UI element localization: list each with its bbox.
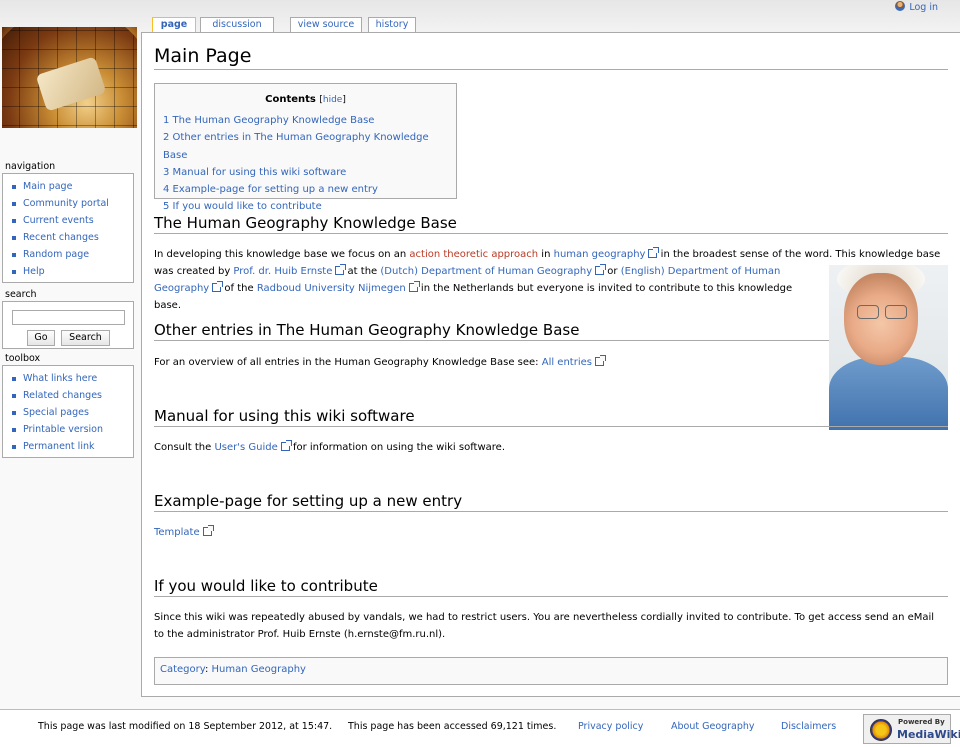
link-human-geography[interactable]: human geography	[554, 249, 646, 260]
nav-item-main-page[interactable]: Main page	[11, 178, 133, 195]
nav-item-random-page[interactable]: Random page	[11, 246, 133, 263]
intro-paragraph-line4: base.	[154, 300, 182, 311]
go-button[interactable]: Go	[27, 330, 55, 346]
link-dutch-department[interactable]: (Dutch) Department of Human Geography	[380, 266, 592, 277]
external-link-icon	[280, 440, 292, 451]
heading-contribute: If you would like to contribute	[154, 577, 948, 597]
toolbox-printable-version[interactable]: Printable version	[11, 421, 133, 438]
intro-paragraph-line3: Geography of the Radboud University Nijm…	[154, 281, 793, 294]
external-link-icon	[648, 247, 660, 258]
nav-item-community-portal[interactable]: Community portal	[11, 195, 133, 212]
category-label-link[interactable]: Category	[160, 664, 205, 675]
toolbox-what-links-here[interactable]: What links here	[11, 370, 133, 387]
search-input[interactable]	[12, 310, 125, 325]
toc-hide-link[interactable]: hide	[323, 95, 342, 105]
link-english-department-cont[interactable]: Geography	[154, 283, 209, 294]
link-radboud-university[interactable]: Radboud University Nijmegen	[257, 283, 406, 294]
site-logo[interactable]	[2, 27, 137, 128]
page-title: Main Page	[154, 45, 948, 70]
tab-discussion[interactable]: discussion	[200, 17, 274, 33]
other-entries-paragraph: For an overview of all entries in the Hu…	[154, 354, 824, 371]
navigation-portlet: navigation Main page Community portal Cu…	[2, 161, 134, 283]
category-links: Category: Human Geography	[154, 657, 948, 685]
user-icon	[895, 1, 906, 11]
intro-paragraph-line2: was created by Prof. dr. Huib Ernste at …	[154, 264, 781, 277]
footer: This page was last modified on 18 Septem…	[0, 709, 960, 747]
toc-item-2[interactable]: 2 Other entries in The Human Geography K…	[163, 129, 448, 164]
link-prof-huib-ernste[interactable]: Prof. dr. Huib Ernste	[233, 266, 332, 277]
powered-by-mediawiki-badge[interactable]: Powered By MediaWiki	[863, 714, 960, 744]
table-of-contents: Contents [hide] 1 The Human Geography Kn…	[154, 83, 457, 212]
search-portlet: search Go Search	[2, 289, 134, 349]
nav-item-help[interactable]: Help	[11, 263, 133, 280]
external-link-icon	[408, 281, 420, 292]
intro-paragraph-line1: In developing this knowledge base we foc…	[154, 247, 941, 260]
footer-view-count: This page has been accessed 69,121 times…	[348, 721, 557, 732]
login-link[interactable]: Log in	[895, 1, 938, 13]
template-paragraph: Template	[154, 524, 944, 541]
toolbox-special-pages[interactable]: Special pages	[11, 404, 133, 421]
toolbox-title: toolbox	[5, 353, 41, 364]
link-all-entries[interactable]: All entries	[542, 357, 592, 368]
category-human-geography-link[interactable]: Human Geography	[212, 664, 306, 675]
toc-item-1[interactable]: 1 The Human Geography Knowledge Base	[163, 112, 448, 129]
external-link-icon	[594, 355, 606, 366]
heading-manual: Manual for using this wiki software	[154, 407, 948, 427]
footer-privacy-link[interactable]: Privacy policy	[578, 721, 643, 732]
toc-item-3[interactable]: 3 Manual for using this wiki software	[163, 164, 448, 181]
external-link-icon	[595, 264, 607, 275]
navigation-title: navigation	[5, 161, 56, 172]
link-action-theoretic-approach[interactable]: action theoretic approach	[409, 249, 538, 260]
nav-item-recent-changes[interactable]: Recent changes	[11, 229, 133, 246]
heading-knowledge-base: The Human Geography Knowledge Base	[154, 214, 948, 234]
link-users-guide[interactable]: User's Guide	[214, 442, 277, 453]
content-area: Main Page Contents [hide] 1 The Human Ge…	[141, 32, 960, 697]
contribute-paragraph-line1: Since this wiki was repeatedly abused by…	[154, 612, 935, 623]
footer-about-link[interactable]: About Geography	[671, 721, 755, 732]
footer-disclaimers-link[interactable]: Disclaimers	[781, 721, 836, 732]
external-link-icon	[212, 281, 224, 292]
toolbox-related-changes[interactable]: Related changes	[11, 387, 133, 404]
portrait-image[interactable]	[829, 265, 948, 430]
toc-title: Contents [hide]	[265, 94, 346, 105]
link-english-department[interactable]: (English) Department of Human	[621, 266, 781, 277]
tab-view-source[interactable]: view source	[290, 17, 362, 33]
mediawiki-sunflower-icon	[870, 719, 892, 741]
contribute-paragraph-line2: to the administrator Prof. Huib Ernste (…	[154, 629, 446, 640]
nav-item-current-events[interactable]: Current events	[11, 212, 133, 229]
external-link-icon	[335, 264, 347, 275]
link-template[interactable]: Template	[154, 527, 200, 538]
search-title: search	[5, 289, 37, 300]
toolbox-permanent-link[interactable]: Permanent link	[11, 438, 133, 455]
footer-last-modified: This page was last modified on 18 Septem…	[38, 721, 333, 732]
toolbox-portlet: toolbox What links here Related changes …	[2, 353, 134, 458]
search-button[interactable]: Search	[61, 330, 110, 346]
tab-history[interactable]: history	[368, 17, 416, 33]
external-link-icon	[202, 525, 214, 536]
heading-other-entries: Other entries in The Human Geography Kno…	[154, 321, 829, 341]
manual-paragraph: Consult the User's Guide for information…	[154, 440, 506, 453]
toc-item-4[interactable]: 4 Example-page for setting up a new entr…	[163, 181, 448, 198]
heading-example-page: Example-page for setting up a new entry	[154, 492, 948, 512]
